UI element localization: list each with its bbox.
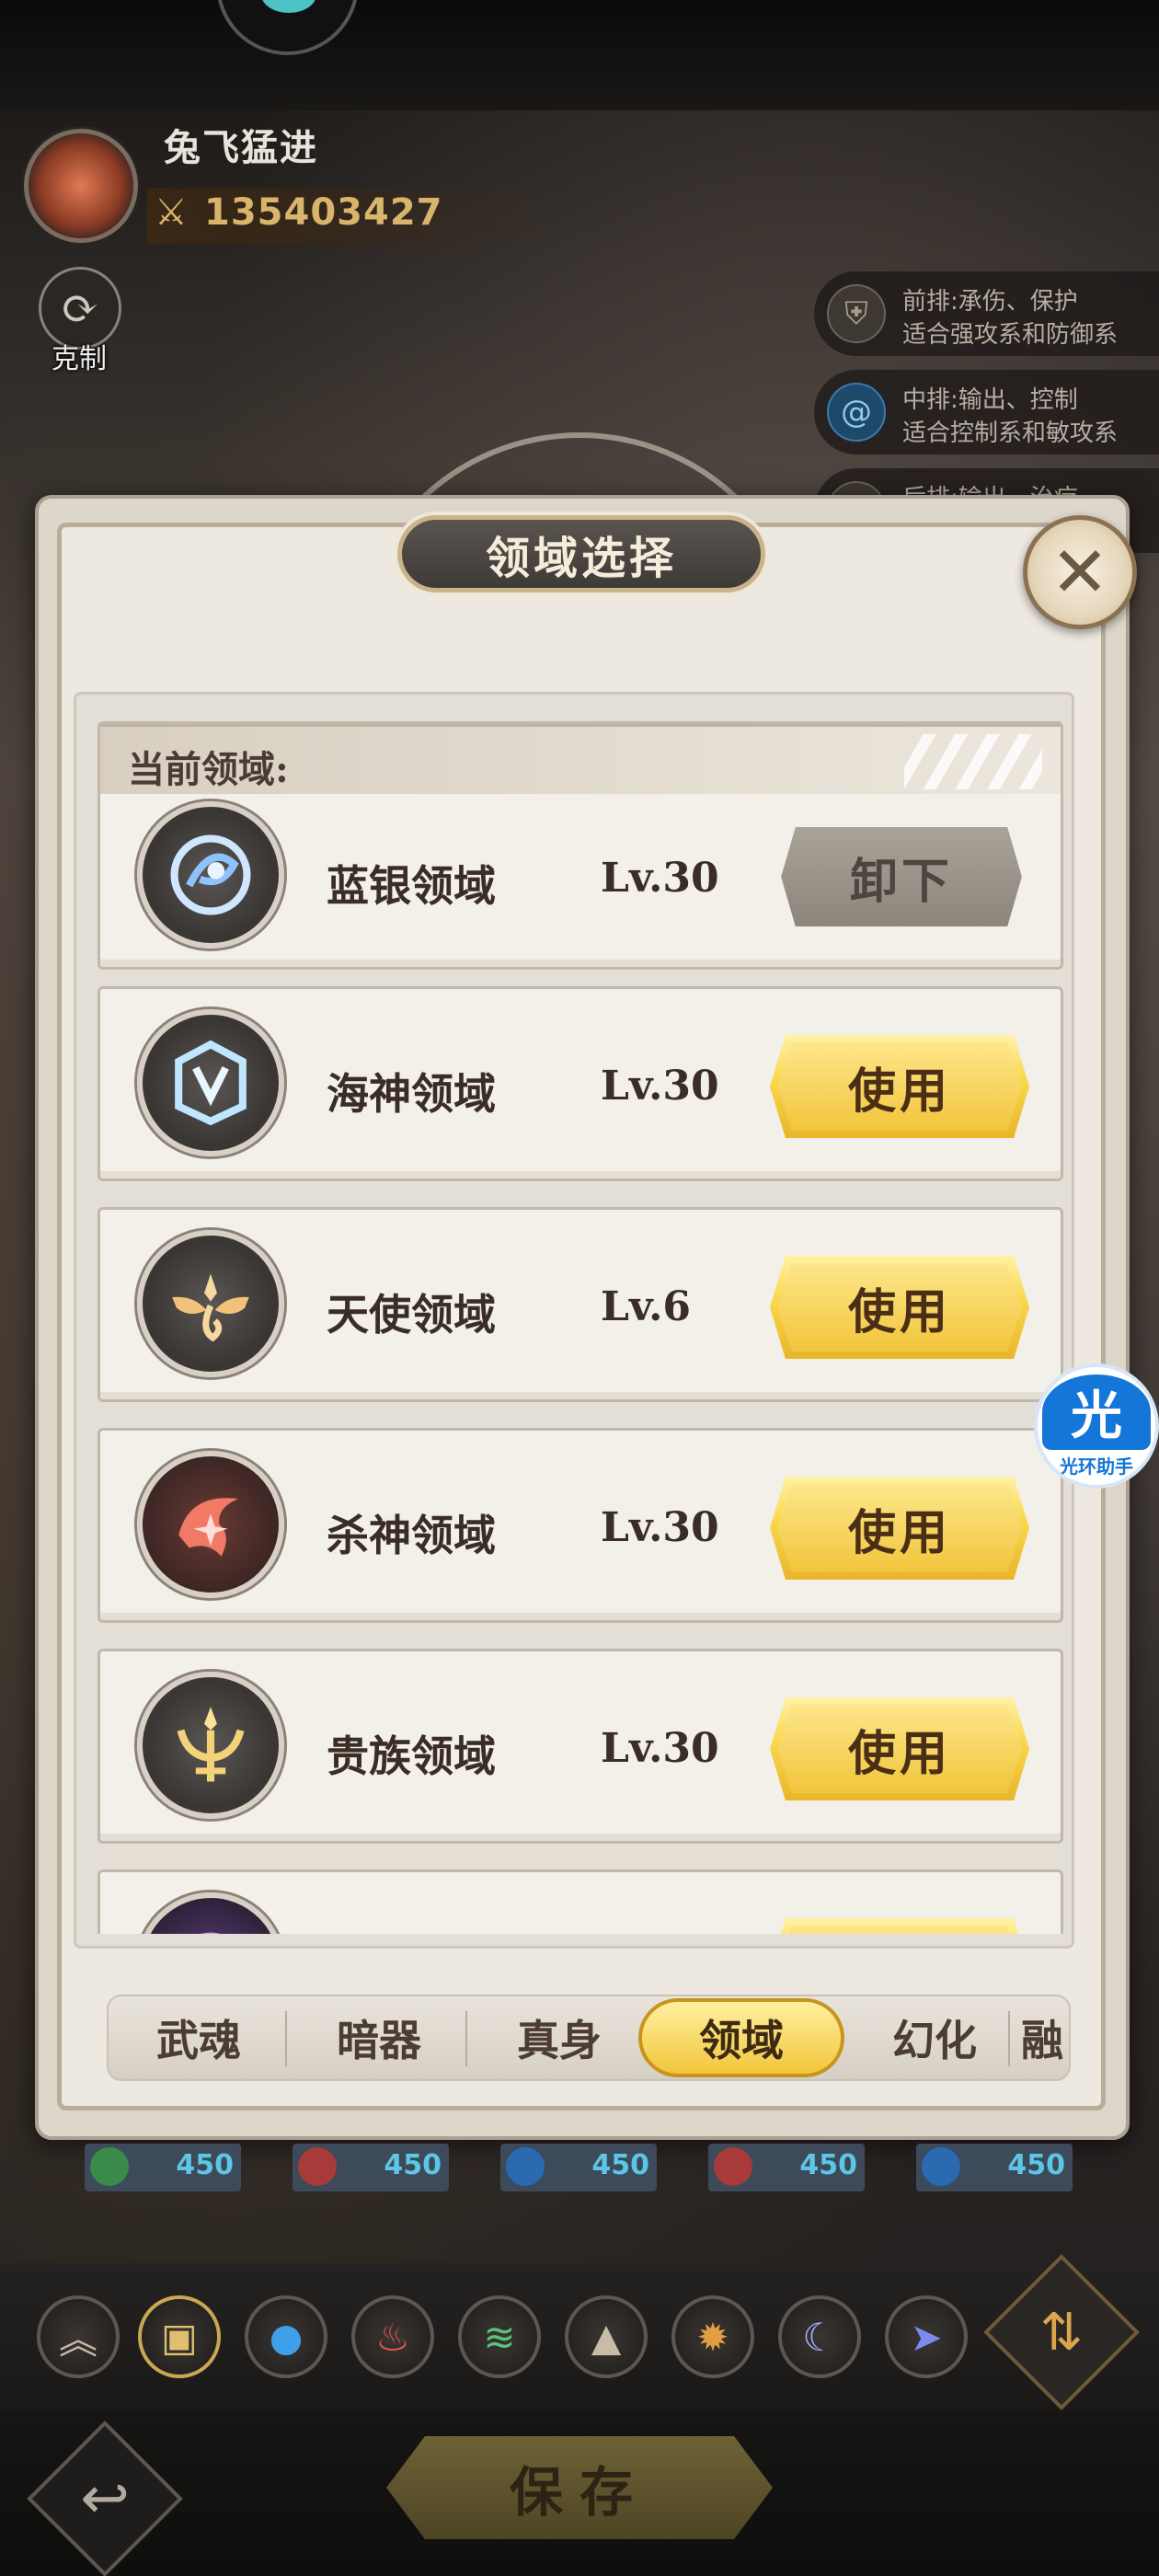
close-button[interactable]: ✕ <box>1023 515 1137 629</box>
use-button[interactable]: 使用 <box>770 1256 1029 1359</box>
purple-emblem-icon <box>137 1892 284 1934</box>
header-stripes <box>904 734 1042 789</box>
domain-level: Lv.30 <box>601 1725 719 1772</box>
use-button[interactable] <box>770 1918 1029 1934</box>
noble-trident-emblem-icon <box>137 1672 284 1819</box>
hint-line1: 中排:输出、控制 <box>902 386 1078 414</box>
slot-level: 450 <box>1007 2149 1065 2181</box>
domain-name: 天使领域 <box>327 1290 496 1340</box>
helper-floating-badge[interactable]: 光 光环助手 <box>1034 1363 1159 1489</box>
helper-glyph: 光 <box>1042 1374 1151 1450</box>
hint-line2: 适合强攻系和防御系 <box>902 321 1119 349</box>
element-icon <box>714 2147 752 2186</box>
domain-row <box>98 1869 1063 1934</box>
hint-middle-row: @ 中排:输出、控制 适合控制系和敏攻系 <box>814 370 1159 454</box>
category-tabs: 武魂 暗器 真身 领域 幻化 融 <box>107 1995 1071 2081</box>
tab-divider <box>465 2011 467 2066</box>
sun-gear-icon[interactable]: ✹ <box>671 2295 754 2378</box>
player-name: 兔飞猛进 <box>164 126 318 169</box>
sort-arrows-icon: ⇅ <box>1039 2302 1084 2363</box>
slot-level: 450 <box>384 2149 442 2181</box>
slot-level: 450 <box>176 2149 234 2181</box>
crossed-swords-icon: ⚔ <box>155 191 188 234</box>
fire-icon[interactable]: ♨ <box>351 2295 434 2378</box>
lineup-slot[interactable]: 450 <box>85 2144 241 2191</box>
current-domain-header: 当前领域: <box>100 724 1061 794</box>
domain-row: 海神领域 Lv.30 使用 <box>98 986 1063 1181</box>
cycle-icon: ⟳ <box>61 282 99 335</box>
domain-list[interactable]: 当前领域: 蓝银领域 Lv.30 卸下 海神领域 Lv.30 使用 天使领域 L… <box>74 692 1074 1934</box>
tab-divider <box>285 2011 287 2066</box>
tab-divider <box>1008 2011 1010 2066</box>
lineup-slots: 450 450 450 450 450 <box>75 2144 1087 2199</box>
bluesilver-emblem-icon <box>137 801 284 949</box>
box-icon[interactable]: ▣ <box>138 2295 221 2378</box>
slot-level: 450 <box>799 2149 857 2181</box>
current-domain-row: 当前领域: 蓝银领域 Lv.30 卸下 <box>98 721 1063 970</box>
use-label: 使用 <box>847 1725 951 1782</box>
unequip-button[interactable]: 卸下 <box>781 827 1022 926</box>
domain-level: Lv.30 <box>601 1504 719 1551</box>
use-label: 使用 <box>847 1504 951 1561</box>
hint-front-row: ⛨ 前排:承伤、保护 适合强攻系和防御系 <box>814 271 1159 356</box>
domain-name: 贵族领域 <box>327 1731 496 1781</box>
tab-rong[interactable]: 融 <box>1021 1996 1069 2079</box>
use-button[interactable]: 使用 <box>770 1697 1029 1800</box>
element-icon <box>506 2147 545 2186</box>
element-icon <box>922 2147 960 2186</box>
water-drop-icon[interactable]: ● <box>245 2295 327 2378</box>
lineup-slot[interactable]: 450 <box>708 2144 865 2191</box>
player-avatar[interactable] <box>24 129 138 243</box>
swirl-icon: @ <box>827 383 886 442</box>
use-button[interactable]: 使用 <box>770 1477 1029 1580</box>
use-button[interactable]: 使用 <box>770 1035 1029 1138</box>
rank-chevron-icon[interactable]: ︽ <box>37 2295 120 2378</box>
hint-line1: 前排:承伤、保护 <box>902 288 1078 316</box>
modal-title: 领域选择 <box>397 515 765 592</box>
lineup-slot[interactable]: 450 <box>293 2144 449 2191</box>
domain-row: 贵族领域 Lv.30 使用 <box>98 1649 1063 1844</box>
slaughter-emblem-icon <box>137 1451 284 1598</box>
tab-zhenshen[interactable]: 真身 <box>469 1996 649 2079</box>
lineup-slot[interactable]: 450 <box>916 2144 1073 2191</box>
use-label: 使用 <box>847 1283 951 1340</box>
moon-icon[interactable]: ☾ <box>778 2295 861 2378</box>
domain-level: Lv.30 <box>601 1063 719 1110</box>
close-icon: ✕ <box>1050 531 1109 613</box>
tab-huanhua[interactable]: 幻化 <box>844 1996 1025 2079</box>
wind-icon[interactable]: ≋ <box>458 2295 541 2378</box>
domain-row: 杀神领域 Lv.30 使用 <box>98 1428 1063 1623</box>
element-icon <box>90 2147 129 2186</box>
back-arrow-icon: ↩ <box>80 2465 130 2533</box>
hint-line2: 适合控制系和敏攻系 <box>902 420 1119 447</box>
mountain-icon[interactable]: ▲ <box>565 2295 648 2378</box>
domain-name: 蓝银领域 <box>327 861 496 911</box>
current-domain-header-label: 当前领域: <box>128 748 289 791</box>
helper-caption: 光环助手 <box>1060 1455 1133 1478</box>
use-label: 使用 <box>847 1063 951 1120</box>
top-strip <box>0 0 1159 110</box>
save-label: 保存 <box>509 2461 649 2524</box>
save-button[interactable]: 保存 <box>386 2436 773 2539</box>
power-value: 135403427 <box>204 191 443 234</box>
lineup-slot[interactable]: 450 <box>500 2144 657 2191</box>
domain-name: 杀神领域 <box>327 1511 496 1560</box>
arrow-icon[interactable]: ➤ <box>885 2295 968 2378</box>
counter-label: 克制 <box>52 343 107 375</box>
domain-level: Lv.6 <box>601 1283 692 1330</box>
trident-crown-emblem-icon <box>137 1009 284 1156</box>
angel-wing-emblem-icon <box>137 1230 284 1377</box>
domain-row: 天使领域 Lv.6 使用 <box>98 1207 1063 1402</box>
shield-icon: ⛨ <box>827 284 886 343</box>
tab-anqi[interactable]: 暗器 <box>289 1996 469 2079</box>
domain-name: 海神领域 <box>327 1069 496 1119</box>
element-icon <box>298 2147 337 2186</box>
tab-wuhun[interactable]: 武魂 <box>109 1996 289 2079</box>
domain-level: Lv.30 <box>601 855 719 902</box>
unequip-label: 卸下 <box>849 853 953 910</box>
modal-title-text: 领域选择 <box>485 533 677 584</box>
tab-lingyu[interactable]: 领域 <box>638 1998 844 2077</box>
slot-level: 450 <box>591 2149 649 2181</box>
